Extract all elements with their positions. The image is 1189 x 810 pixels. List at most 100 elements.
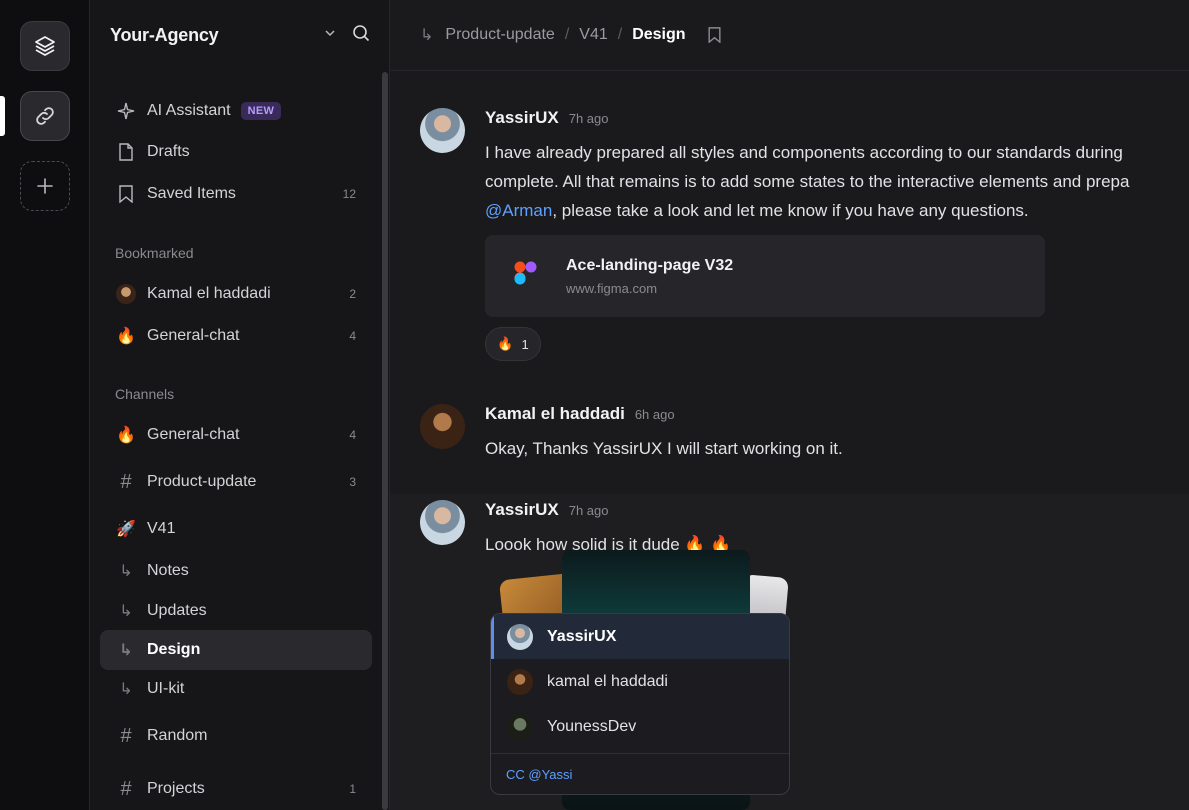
mention-popup: YassirUX kamal el haddadi YounessDev CC …	[490, 613, 790, 795]
chevron-down-icon[interactable]	[324, 26, 336, 44]
breadcrumb-current: Design	[632, 26, 686, 43]
sidebar-item-label: Notes	[147, 562, 189, 579]
message-text: I have already prepared all styles and c…	[485, 138, 1129, 225]
avatar[interactable]	[420, 404, 465, 449]
sidebar-item-label: Design	[147, 641, 201, 658]
subdirectory-arrow-icon: ↳	[119, 681, 133, 698]
section-channels: Channels	[115, 386, 175, 402]
sidebar-item-projects[interactable]: # Projects 1	[100, 769, 372, 809]
active-indicator	[0, 96, 5, 136]
workspace-rail	[0, 0, 90, 810]
subdirectory-arrow-icon: ↳	[119, 563, 133, 580]
hash-icon: #	[120, 777, 132, 800]
mention-option[interactable]: YounessDev	[491, 704, 789, 749]
sidebar-item-label: Product-update	[147, 473, 257, 490]
breadcrumb-item[interactable]: Product-update	[445, 26, 554, 44]
sidebar-item-label: Projects	[147, 780, 205, 797]
mention-option-label: kamal el haddadi	[547, 672, 668, 690]
sparkles-icon	[116, 101, 136, 121]
avatar[interactable]	[420, 500, 465, 545]
sidebar-item-label: Updates	[147, 602, 207, 619]
workspace-name: Your-Agency	[110, 24, 219, 45]
breadcrumb: ↳ Product-update / V41 / Design	[390, 0, 1189, 71]
sidebar-item-label: Kamal el haddadi	[147, 285, 271, 302]
breadcrumb-item[interactable]: V41	[579, 26, 607, 44]
new-badge: NEW	[240, 102, 282, 120]
subdirectory-arrow-icon: ↳	[119, 603, 133, 620]
sidebar-scrollbar[interactable]	[382, 72, 388, 810]
sidebar-item-ui-kit[interactable]: ↳ UI-kit	[100, 669, 372, 709]
sidebar-item-label: General-chat	[147, 426, 240, 443]
message-line: complete. All that remains is to add som…	[485, 172, 1130, 191]
sidebar-item-label: Drafts	[147, 143, 190, 160]
layers-icon[interactable]	[20, 21, 70, 71]
avatar	[507, 668, 533, 695]
avatar	[116, 284, 136, 304]
reaction-pill[interactable]: 🔥 1	[485, 327, 541, 361]
sidebar-item-label: General-chat	[147, 327, 240, 344]
section-bookmarked: Bookmarked	[115, 245, 194, 261]
link-preview-card[interactable]: Ace-landing-page V32 www.figma.com	[485, 235, 1045, 317]
link-url: www.figma.com	[566, 281, 658, 296]
subdirectory-arrow-icon: ↳	[119, 642, 133, 659]
fire-icon: 🔥	[497, 336, 514, 351]
breadcrumb-separator: /	[564, 26, 570, 43]
bookmark-icon	[116, 184, 136, 204]
file-icon	[116, 142, 136, 162]
mention-option[interactable]: YassirUX	[491, 614, 789, 659]
sidebar-item-label: AI Assistant	[147, 102, 231, 119]
search-icon[interactable]	[352, 24, 370, 47]
mention-input-preview[interactable]: CC @Yassi	[491, 753, 789, 794]
sidebar-item-design[interactable]: ↳ Design	[100, 630, 372, 670]
message-author[interactable]: Kamal el haddadi	[485, 404, 625, 424]
message-line: I have already prepared all styles and c…	[485, 143, 1123, 162]
avatar	[507, 623, 533, 650]
subdirectory-arrow-icon: ↳	[420, 27, 434, 44]
sidebar-item-label: Saved Items	[147, 185, 236, 202]
hash-icon: #	[120, 470, 132, 493]
link-icon[interactable]	[20, 91, 70, 141]
figma-icon	[509, 259, 543, 293]
workspace-header[interactable]: Your-Agency	[110, 22, 370, 48]
breadcrumb-separator: /	[617, 26, 623, 43]
sidebar-item-label: Random	[147, 727, 208, 744]
mention-option-label: YassirUX	[547, 627, 617, 645]
sidebar-item-random[interactable]: # Random	[100, 716, 372, 756]
message-time: 7h ago	[568, 111, 609, 126]
reaction-count: 1	[521, 336, 529, 352]
plus-icon[interactable]	[20, 161, 70, 211]
mention-option[interactable]: kamal el haddadi	[491, 659, 789, 704]
mention-link[interactable]: @Arman	[485, 201, 552, 220]
fire-icon: 🔥	[116, 427, 136, 444]
sidebar-item-kamal[interactable]: Kamal el haddadi 2	[100, 274, 372, 314]
conversation-pane: ↳ Product-update / V41 / Design YassirUX…	[390, 0, 1189, 810]
sidebar-item-ai-assistant[interactable]: AI Assistant NEW	[100, 91, 372, 131]
sidebar-item-general-chat[interactable]: 🔥 General-chat 4	[100, 415, 372, 455]
link-title[interactable]: Ace-landing-page V32	[566, 257, 733, 275]
item-count: 4	[349, 329, 356, 343]
message-line-rest: , please take a look and let me know if …	[552, 201, 1029, 220]
sidebar-item-drafts[interactable]: Drafts	[100, 132, 372, 172]
sidebar-item-notes[interactable]: ↳ Notes	[100, 551, 372, 591]
sidebar-item-updates[interactable]: ↳ Updates	[100, 591, 372, 631]
mention-option-label: YounessDev	[547, 717, 637, 735]
message-time: 7h ago	[568, 503, 609, 518]
item-count: 2	[349, 287, 356, 301]
avatar	[507, 713, 533, 740]
bookmark-icon[interactable]	[707, 27, 721, 43]
fire-icon: 🔥	[116, 328, 136, 345]
item-count: 4	[349, 428, 356, 442]
sidebar-item-label: UI-kit	[147, 680, 185, 697]
item-count: 1	[349, 782, 356, 796]
message-time: 6h ago	[634, 407, 675, 422]
sidebar-item-product-update[interactable]: # Product-update 3	[100, 462, 372, 502]
item-count: 12	[342, 187, 356, 201]
rocket-icon: 🚀	[116, 521, 136, 538]
sidebar-item-general-chat-bookmark[interactable]: 🔥 General-chat 4	[100, 316, 372, 356]
sidebar: Your-Agency AI Assistant NEW Drafts Save…	[90, 0, 390, 810]
sidebar-item-v41[interactable]: 🚀 V41	[100, 509, 372, 549]
sidebar-item-saved-items[interactable]: Saved Items 12	[100, 174, 372, 214]
message-author[interactable]: YassirUX	[485, 108, 559, 128]
avatar[interactable]	[420, 108, 465, 153]
message-author[interactable]: YassirUX	[485, 500, 559, 520]
